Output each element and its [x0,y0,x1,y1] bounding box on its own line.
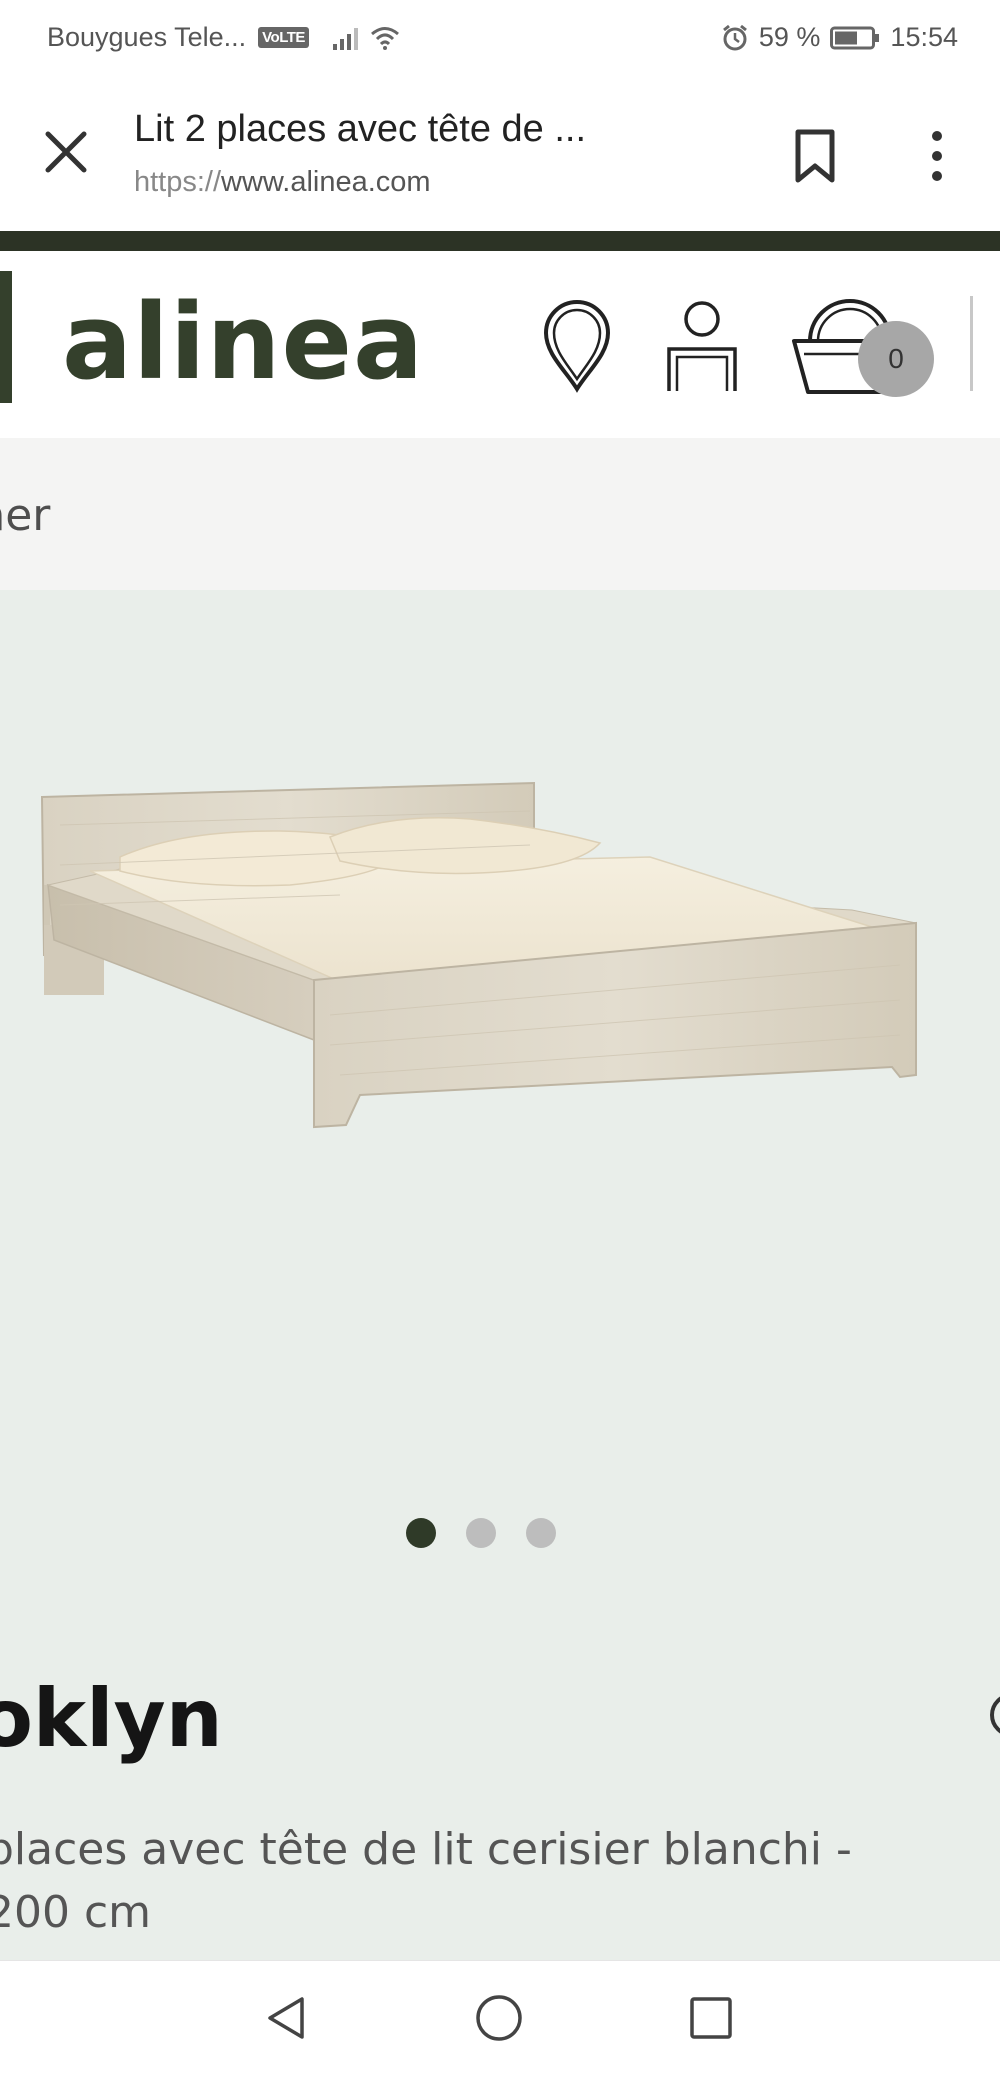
product-description: places avec tête de lit cerisier blanchi… [0,1818,986,1944]
battery-percent: 59 % [758,22,821,52]
product-name: ooklyn [0,1672,223,1765]
url-scheme: https:// [134,166,222,198]
url-host: www.alinea.com [221,166,431,198]
alarm-icon [722,24,747,50]
product-gallery[interactable] [0,590,1000,1590]
system-navigation-bar [0,1960,1000,2075]
header-divider [970,296,973,391]
site-logo[interactable]: alinea [62,281,424,403]
battery-icon [830,26,880,49]
page-title[interactable]: Lit 2 places avec tête de ... [134,108,674,151]
carrier-label: Bouygues Tele... [47,22,247,52]
signal-icon [332,26,358,50]
account-icon[interactable] [663,299,741,393]
home-icon[interactable] [474,1993,524,2043]
browser-toolbar: Lit 2 places avec tête de ... https://ww… [0,76,1000,231]
clock: 15:54 [890,22,958,52]
gallery-pagination [0,1518,1000,1548]
recent-apps-icon[interactable] [686,1993,736,2043]
bed-product-image[interactable] [40,775,930,1135]
status-bar: Bouygues Tele... VoLTE 59 % 15:54 [0,0,1000,76]
gallery-dot-3[interactable] [526,1518,556,1548]
favorite-icon[interactable] [987,1690,1000,1740]
store-locator-icon[interactable] [538,299,616,393]
back-icon[interactable] [262,1993,312,2043]
gallery-dot-1[interactable] [406,1518,436,1548]
header-strip [0,231,1000,251]
cart-count-badge[interactable]: 0 [858,321,934,397]
bookmark-icon[interactable] [790,126,840,186]
logo-mark[interactable] [0,271,12,403]
site-header: alinea 0 [0,251,1000,438]
more-options-icon[interactable] [912,126,962,186]
screen: Bouygues Tele... VoLTE 59 % 15:54 Lit 2 … [0,0,1000,2075]
search-input[interactable] [0,480,934,550]
close-icon[interactable] [40,126,92,178]
gallery-dot-2[interactable] [466,1518,496,1548]
wifi-icon [370,26,399,50]
volte-badge: VoLTE [258,27,309,48]
search-bar [0,438,1000,590]
product-description-text: places avec tête de lit cerisier blanchi… [0,1824,852,1938]
page-url[interactable]: https://www.alinea.com [134,166,431,199]
